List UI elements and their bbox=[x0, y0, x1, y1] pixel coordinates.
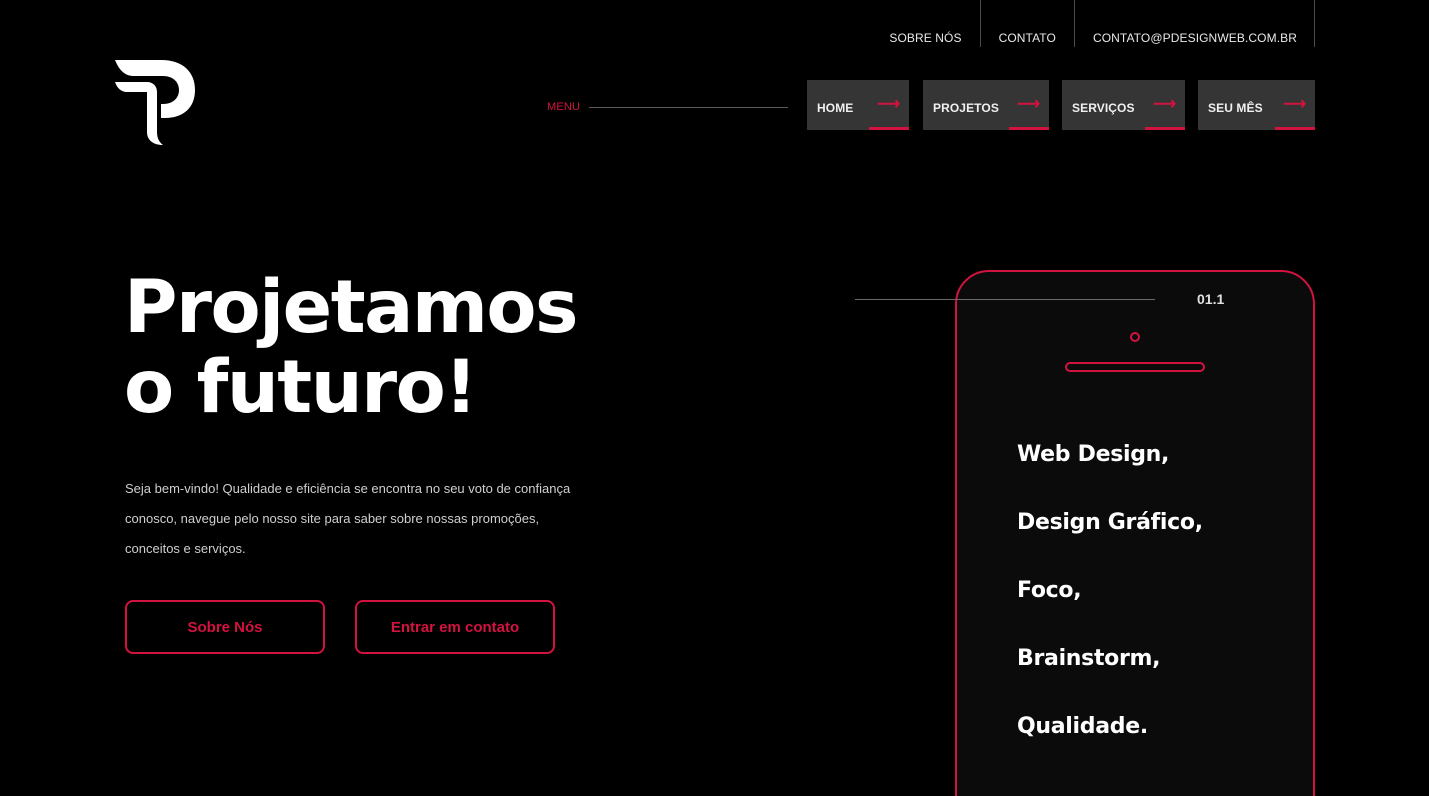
phone-divider-line bbox=[855, 299, 1155, 300]
nav-underline bbox=[1145, 127, 1185, 130]
arrow-right-icon: ⟶ bbox=[1153, 96, 1176, 113]
arrow-right-icon: ⟶ bbox=[877, 96, 900, 113]
hero-title: Projetamos o futuro! bbox=[124, 265, 579, 430]
topbar-link-email[interactable]: CONTATO@PDESIGNWEB.COM.BR bbox=[1075, 0, 1315, 47]
topbar-link-contato[interactable]: CONTATO bbox=[981, 0, 1075, 47]
menu-divider-line bbox=[589, 107, 788, 108]
nav-servicos-label: SERVIÇOS bbox=[1072, 101, 1135, 115]
service-item: Foco, bbox=[1017, 578, 1082, 603]
nav-seu-mes-button[interactable]: SEU MÊS ⟶ bbox=[1198, 80, 1315, 130]
service-item: Web Design, bbox=[1017, 442, 1170, 467]
topbar-link-sobre-nos[interactable]: SOBRE NÓS bbox=[889, 0, 981, 47]
phone-camera-icon bbox=[1130, 332, 1140, 342]
arrow-right-icon: ⟶ bbox=[1017, 96, 1040, 113]
p-letter-logo[interactable] bbox=[113, 56, 197, 148]
hero-title-line-2: o futuro! bbox=[124, 345, 478, 430]
hero-title-line-1: Projetamos bbox=[124, 265, 579, 350]
sobre-nos-button[interactable]: Sobre Nós bbox=[125, 600, 325, 654]
hero-description: Seja bem-vindo! Qualidade e eficiência s… bbox=[125, 481, 571, 556]
service-item: Brainstorm, bbox=[1017, 646, 1161, 671]
phone-speaker-icon bbox=[1065, 362, 1205, 372]
services-list: Web Design, Design Gráfico, Foco, Brains… bbox=[1017, 438, 1203, 778]
arrow-right-icon: ⟶ bbox=[1283, 96, 1306, 113]
nav-home-button[interactable]: HOME ⟶ bbox=[807, 80, 909, 130]
service-item: Design Gráfico, bbox=[1017, 510, 1203, 535]
entrar-em-contato-button[interactable]: Entrar em contato bbox=[355, 600, 555, 654]
nav-underline bbox=[869, 127, 909, 130]
service-item: Qualidade. bbox=[1017, 714, 1148, 739]
nav-projetos-label: PROJETOS bbox=[933, 101, 999, 115]
nav-seu-mes-label: SEU MÊS bbox=[1208, 101, 1263, 115]
menu-label: MENU bbox=[547, 101, 581, 113]
nav-projetos-button[interactable]: PROJETOS ⟶ bbox=[923, 80, 1049, 130]
nav-underline bbox=[1009, 127, 1049, 130]
nav-underline bbox=[1275, 127, 1315, 130]
nav-home-label: HOME bbox=[817, 101, 854, 115]
logo-icon bbox=[115, 60, 195, 145]
top-bar: SOBRE NÓS CONTATO CONTATO@PDESIGNWEB.COM… bbox=[889, 0, 1315, 47]
slide-number: 01.1 bbox=[1197, 291, 1225, 307]
nav-servicos-button[interactable]: SERVIÇOS ⟶ bbox=[1062, 80, 1185, 130]
